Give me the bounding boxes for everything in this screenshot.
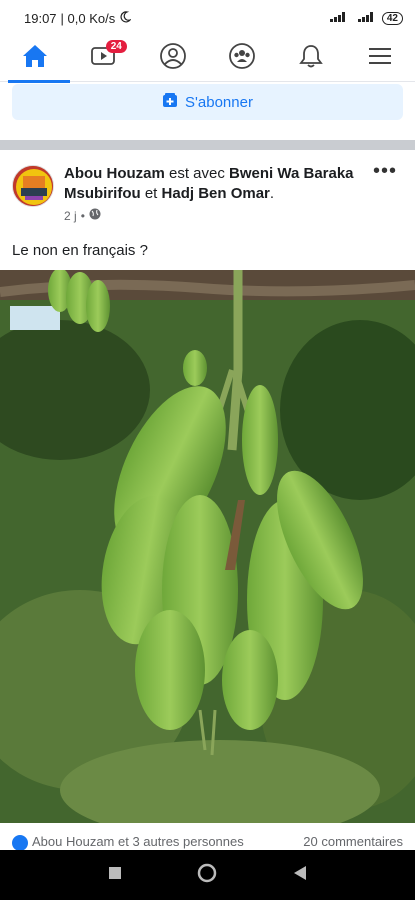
signal-icon-2 xyxy=(357,11,374,25)
signal-icon xyxy=(329,11,350,25)
profile-icon xyxy=(159,42,187,75)
avatar[interactable] xyxy=(12,165,54,207)
reactions-text: Abou Houzam et 3 autres personnes xyxy=(32,834,244,849)
post-author-line: Abou Houzam est avec Bweni Wa Baraka Msu… xyxy=(64,164,364,204)
home-icon xyxy=(22,44,48,73)
top-nav: 24 xyxy=(0,36,415,83)
reactions-summary[interactable]: Abou Houzam et 3 autres personnes xyxy=(12,834,244,851)
post-meta: 2 j • xyxy=(64,208,101,223)
status-time: 19:07 xyxy=(24,10,57,26)
post-image[interactable] xyxy=(0,270,415,823)
post-header: Abou Houzam est avec Bweni Wa Baraka Msu… xyxy=(0,150,415,230)
tagged-user-2[interactable]: Hadj Ben Omar xyxy=(162,185,270,202)
recent-apps-icon[interactable] xyxy=(108,866,122,885)
reactions-bar: Abou Houzam et 3 autres personnes 20 com… xyxy=(12,834,403,851)
subscribe-icon xyxy=(162,92,178,112)
post-time[interactable]: 2 j xyxy=(64,209,77,223)
status-right: 42 xyxy=(329,11,403,25)
post-text: Le non en français ? xyxy=(12,242,148,259)
subscribe-button[interactable]: S'abonner xyxy=(12,84,403,120)
nav-profile[interactable] xyxy=(143,36,203,82)
feed-divider xyxy=(0,140,415,150)
groups-icon xyxy=(228,42,256,75)
nav-video[interactable]: 24 xyxy=(74,36,134,82)
status-net-speed: | 0,0 Ko/s xyxy=(60,10,116,26)
home-button-icon[interactable] xyxy=(197,863,217,888)
subscribe-label: S'abonner xyxy=(185,93,253,111)
status-left: 19:07 | 0,0 Ko/s xyxy=(24,10,133,26)
and-text: et xyxy=(140,185,162,202)
battery-indicator: 42 xyxy=(381,11,403,25)
system-nav-bar xyxy=(0,850,415,900)
nav-notifications[interactable] xyxy=(281,36,341,82)
like-icon xyxy=(12,834,28,851)
comments-count[interactable]: 20 commentaires xyxy=(303,834,403,851)
meta-separator: • xyxy=(80,208,85,223)
subscribe-section: S'abonner xyxy=(0,82,415,140)
nav-groups[interactable] xyxy=(212,36,272,82)
globe-icon xyxy=(89,208,101,223)
with-text: est avec xyxy=(164,165,230,182)
more-options-icon[interactable]: ••• xyxy=(373,161,397,181)
nav-home[interactable] xyxy=(5,36,70,83)
author-name[interactable]: Abou Houzam xyxy=(64,165,165,182)
video-badge: 24 xyxy=(105,39,127,53)
notifications-icon xyxy=(298,43,324,74)
nav-menu[interactable] xyxy=(350,36,410,82)
status-bar: 19:07 | 0,0 Ko/s 42 xyxy=(0,0,415,36)
period: . xyxy=(269,185,275,202)
moon-icon xyxy=(119,10,133,26)
back-icon[interactable] xyxy=(293,865,307,886)
menu-icon xyxy=(367,45,393,72)
